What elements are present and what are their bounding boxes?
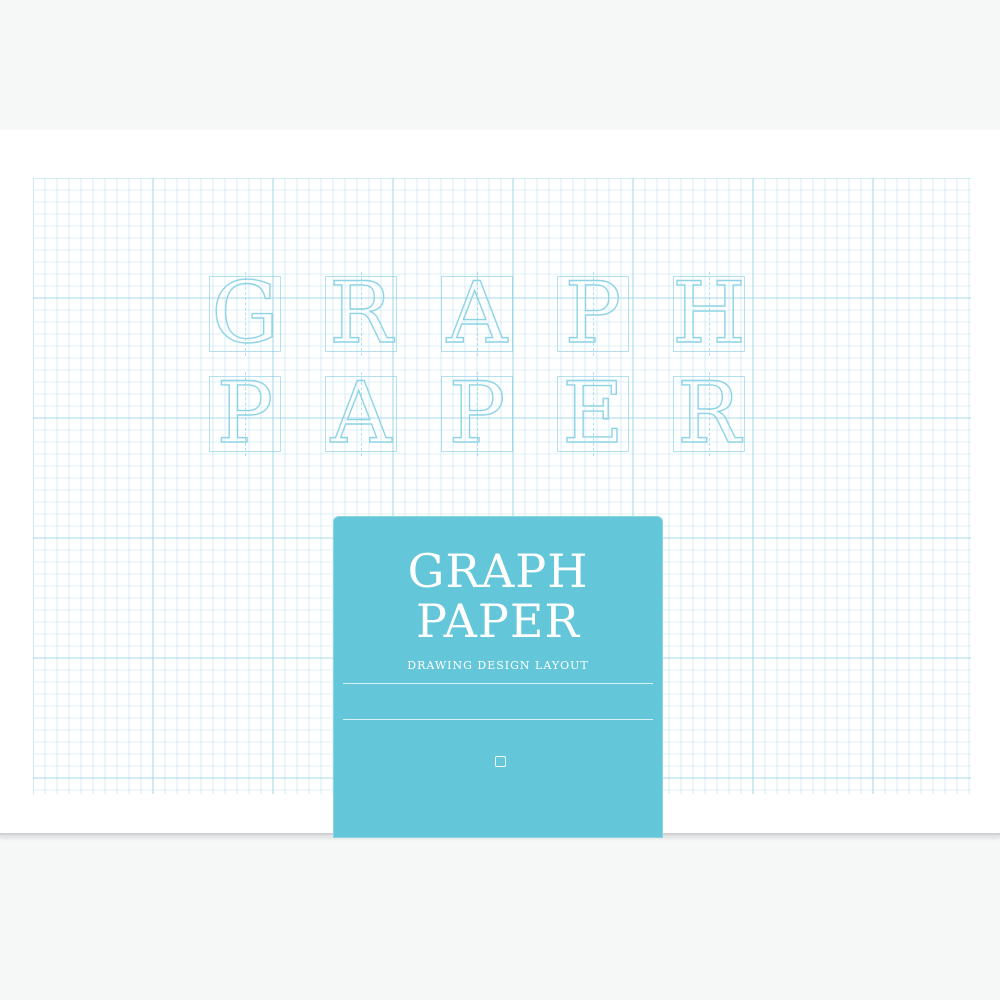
brand-mark-icon <box>494 756 506 767</box>
label-fine-print <box>345 724 651 742</box>
label-divider <box>343 683 653 684</box>
cover-label: GRAPH PAPER DRAWING DESIGN LAYOUT <box>333 516 663 838</box>
brand-logo <box>333 756 663 767</box>
label-subtitle: DRAWING DESIGN LAYOUT <box>407 659 589 672</box>
decorative-letter: H <box>669 269 749 356</box>
decorative-letters: G R A P H P A P E R <box>205 269 805 480</box>
letter-row-paper: P A P E R <box>205 369 805 470</box>
decorative-letter: E <box>553 369 633 457</box>
label-title-line1: GRAPH <box>407 544 589 598</box>
decorative-letter: P <box>437 369 517 457</box>
decorative-letter: P <box>553 269 633 357</box>
decorative-letter: R <box>669 369 749 457</box>
decorative-letter: G <box>205 269 285 357</box>
decorative-letter: A <box>437 269 517 357</box>
label-title-line2: PAPER <box>415 594 581 648</box>
label-fine-print <box>345 689 651 713</box>
decorative-letter: A <box>321 369 401 457</box>
product-photo: G R A P H P A P E R GRAPH PAPER DRAWING … <box>0 0 1000 1000</box>
decorative-letter: P <box>205 369 285 457</box>
decorative-letter: R <box>321 269 401 357</box>
label-divider <box>343 719 653 720</box>
letter-row-graph: G R A P H <box>205 269 805 370</box>
